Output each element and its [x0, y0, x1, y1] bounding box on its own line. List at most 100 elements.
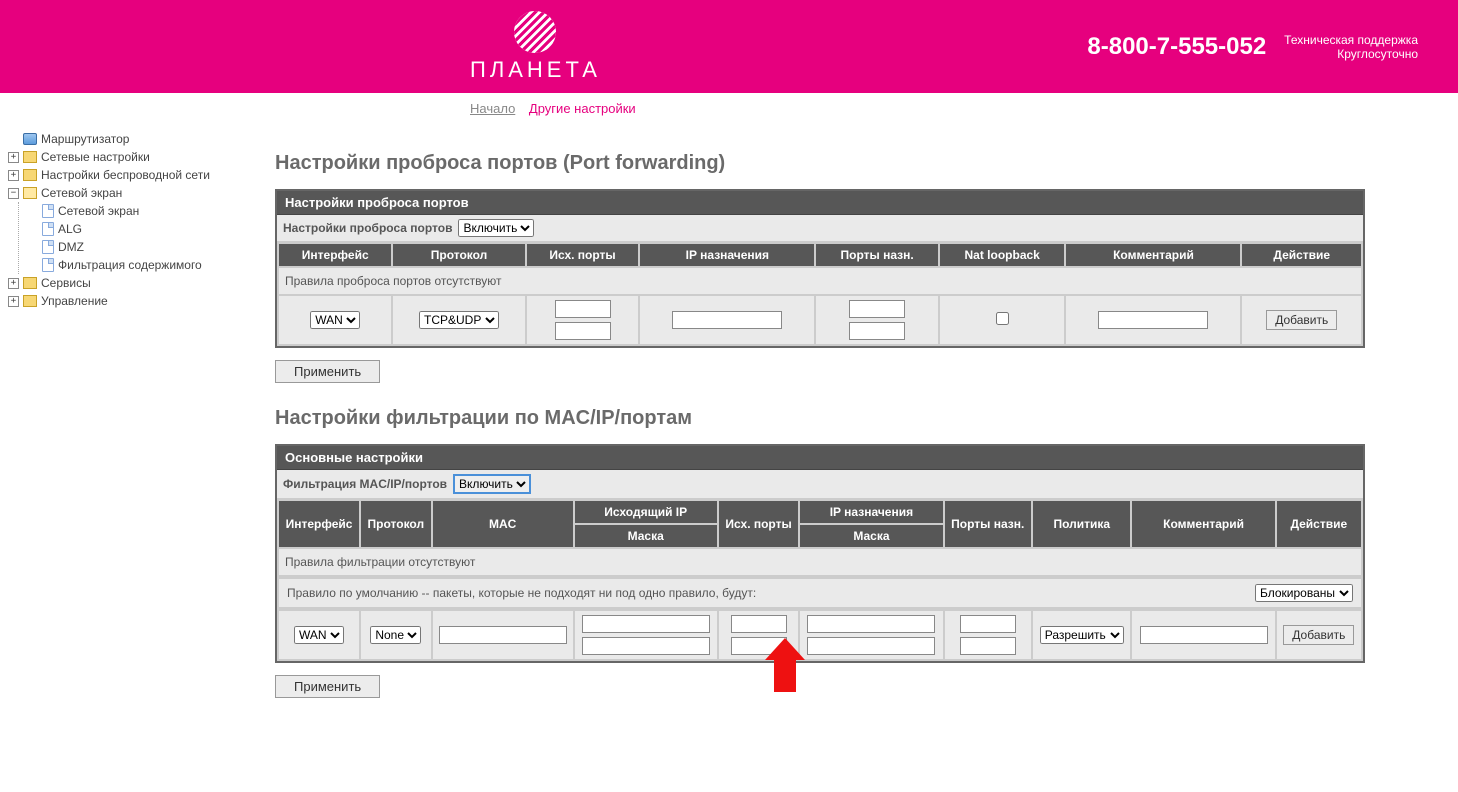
filter-input-row: WAN None Разрешить Добавить [279, 611, 1361, 659]
content-area: Настройки проброса портов (Port forwardi… [265, 124, 1405, 762]
page-icon [42, 204, 54, 218]
portfwd-dstip[interactable] [672, 311, 782, 329]
tree-firewall-sub[interactable]: Сетевой экран [27, 202, 257, 220]
folder-icon [23, 151, 37, 163]
folder-icon [23, 295, 37, 307]
filter-apply-button[interactable]: Применить [275, 675, 380, 698]
page-icon [42, 240, 54, 254]
portfwd-dstport-to[interactable] [849, 322, 905, 340]
expand-icon[interactable]: + [8, 170, 19, 181]
breadcrumb-home[interactable]: Начало [470, 101, 515, 116]
top-header: ПЛАНЕТА 8-800-7-555-052 Техническая подд… [0, 0, 1458, 93]
filter-add-button[interactable]: Добавить [1283, 625, 1354, 645]
col-dstports: Порты назн. [816, 244, 938, 266]
collapse-icon[interactable]: − [8, 188, 19, 199]
col-comment: Комментарий [1066, 244, 1240, 266]
tree-root[interactable]: Маршрутизатор [8, 130, 257, 148]
filter-table: Интерфейс Протокол MAC Исходящий IP Исх.… [277, 499, 1363, 661]
tree-network[interactable]: + Сетевые настройки [8, 148, 257, 166]
portfwd-toggle-select[interactable]: Включить [458, 219, 534, 237]
support-block: 8-800-7-555-052 Техническая поддержка Кр… [1087, 33, 1418, 61]
portfwd-empty: Правила проброса портов отсутствуют [279, 268, 1361, 294]
tree-item-label: Сетевой экран [58, 204, 139, 218]
folder-open-icon [23, 187, 37, 199]
tree-services[interactable]: + Сервисы [8, 274, 257, 292]
filter-proto-select[interactable]: None [370, 626, 421, 644]
filter-title: Настройки фильтрации по MAC/IP/портам [275, 407, 1365, 430]
col-srcip: Исходящий IP [575, 501, 717, 523]
folder-icon [23, 169, 37, 181]
tree-root-label: Маршрутизатор [41, 132, 129, 146]
breadcrumb-current: Другие настройки [529, 101, 636, 116]
col-srcports: Исх. порты [719, 501, 799, 547]
tree-item-label: Фильтрация содержимого [58, 258, 202, 272]
portfwd-comment[interactable] [1098, 311, 1208, 329]
filter-comment[interactable] [1140, 626, 1268, 644]
portfwd-apply-button[interactable]: Применить [275, 360, 380, 383]
portfwd-srcport-from[interactable] [555, 300, 611, 318]
filter-dstmask-input[interactable] [807, 637, 935, 655]
portfwd-input-row: WAN TCP&UDP Добавить [279, 296, 1361, 344]
filter-default-rule-select[interactable]: Блокированы [1255, 584, 1353, 602]
portfwd-panel: Настройки проброса портов Настройки проб… [275, 189, 1365, 348]
portfwd-srcport-to[interactable] [555, 322, 611, 340]
col-proto: Протокол [361, 501, 431, 547]
tree-wireless[interactable]: + Настройки беспроводной сети [8, 166, 257, 184]
col-mac: MAC [433, 501, 573, 547]
breadcrumb: Начало Другие настройки [0, 93, 1458, 124]
logo: ПЛАНЕТА [470, 11, 601, 83]
sidebar: Маршрутизатор + Сетевые настройки + Наст… [0, 124, 265, 762]
filter-iface-select[interactable]: WAN [294, 626, 344, 644]
portfwd-proto-select[interactable]: TCP&UDP [419, 311, 499, 329]
filter-srcip-input[interactable] [582, 615, 710, 633]
portfwd-nat-checkbox[interactable] [996, 312, 1009, 325]
tree-item-label: Управление [41, 294, 108, 308]
filter-dstport-to[interactable] [960, 637, 1016, 655]
tree-management[interactable]: + Управление [8, 292, 257, 310]
portfwd-add-button[interactable]: Добавить [1266, 310, 1337, 330]
tree-item-label: DMZ [58, 240, 84, 254]
filter-empty: Правила фильтрации отсутствуют [279, 549, 1361, 575]
filter-srcmask-input[interactable] [582, 637, 710, 655]
portfwd-toggle-label: Настройки проброса портов [283, 221, 452, 235]
tree-item-label: ALG [58, 222, 82, 236]
logo-icon [514, 11, 556, 53]
filter-srcport-from[interactable] [731, 615, 787, 633]
col-action: Действие [1242, 244, 1361, 266]
col-dstports: Порты назн. [945, 501, 1032, 547]
tree-dmz[interactable]: DMZ [27, 238, 257, 256]
filter-default-rule-text: Правило по умолчанию -- пакеты, которые … [287, 586, 756, 600]
portfwd-dstport-from[interactable] [849, 300, 905, 318]
tree-content-filter[interactable]: Фильтрация содержимого [27, 256, 257, 274]
tree-item-label: Сервисы [41, 276, 91, 290]
filter-dstport-from[interactable] [960, 615, 1016, 633]
filter-dstip-input[interactable] [807, 615, 935, 633]
expand-icon[interactable]: + [8, 278, 19, 289]
filter-policy-select[interactable]: Разрешить [1040, 626, 1124, 644]
expand-icon[interactable]: + [8, 296, 19, 307]
portfwd-iface-select[interactable]: WAN [310, 311, 360, 329]
phone-number: 8-800-7-555-052 [1087, 33, 1266, 61]
portfwd-panel-title: Настройки проброса портов [277, 191, 1363, 215]
col-srcports: Исх. порты [527, 244, 639, 266]
expand-icon[interactable]: + [8, 152, 19, 163]
filter-panel: Основные настройки Фильтрация MAC/IP/пор… [275, 444, 1365, 663]
filter-toggle-select[interactable]: Включить [453, 474, 531, 494]
col-nat: Nat loopback [940, 244, 1065, 266]
support-line1: Техническая поддержка [1284, 33, 1418, 47]
page-icon [42, 258, 54, 272]
tree-item-label: Сетевые настройки [41, 150, 150, 164]
col-comment: Комментарий [1132, 501, 1274, 547]
brand-text: ПЛАНЕТА [470, 57, 601, 83]
arrow-annotation [765, 638, 805, 692]
col-dstip: IP назначения [640, 244, 814, 266]
page-icon [42, 222, 54, 236]
col-dstip: IP назначения [800, 501, 942, 523]
tree-alg[interactable]: ALG [27, 220, 257, 238]
col-action: Действие [1277, 501, 1361, 547]
folder-icon [23, 277, 37, 289]
tree-firewall[interactable]: − Сетевой экран [8, 184, 257, 202]
filter-mac-input[interactable] [439, 626, 567, 644]
support-line2: Круглосуточно [1284, 47, 1418, 61]
col-proto: Протокол [393, 244, 524, 266]
